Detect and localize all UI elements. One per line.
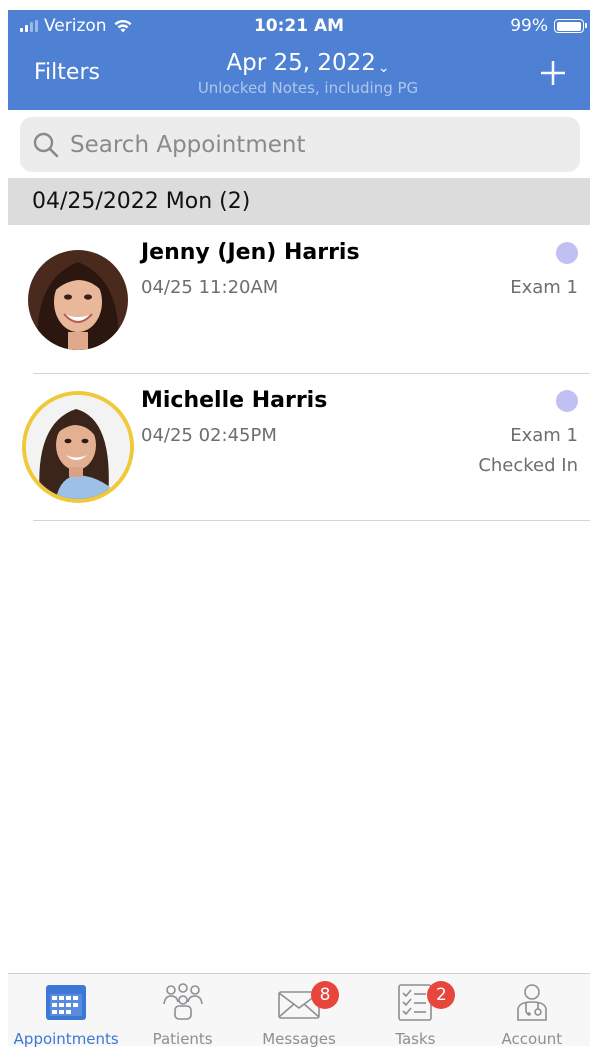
plus-icon xyxy=(541,61,565,85)
calendar-icon xyxy=(46,985,87,1020)
patient-avatar xyxy=(22,391,134,503)
patients-icon xyxy=(162,983,203,1020)
unread-badge: 8 xyxy=(311,981,340,1009)
patient-name: Michelle Harris xyxy=(141,388,328,413)
search-input[interactable] xyxy=(68,130,580,159)
date-title: Apr 25, 2022 ⌄ xyxy=(158,50,458,76)
doctor-icon xyxy=(517,984,547,1021)
navigation-header: Verizon 10:21 AM 99% Filters Apr 25, 202… xyxy=(8,10,590,110)
appointment-row[interactable]: Jenny (Jen) Harris 04/25 11:20AM Exam 1 xyxy=(8,226,590,373)
exam-room: Exam 1 xyxy=(510,425,578,446)
date-section-header: 04/25/2022 Mon (2) xyxy=(8,178,590,225)
row-divider xyxy=(33,520,590,521)
tab-label: Account xyxy=(501,1030,563,1048)
checkin-status: Checked In xyxy=(478,455,578,476)
tab-appointments[interactable]: Appointments xyxy=(8,974,124,1048)
tab-label: Messages xyxy=(262,1030,336,1048)
battery-percentage: 99% xyxy=(510,16,548,36)
tab-label: Tasks xyxy=(395,1030,436,1048)
add-appointment-button[interactable] xyxy=(538,58,568,88)
date-picker-button[interactable]: Apr 25, 2022 ⌄ Unlocked Notes, including … xyxy=(158,50,458,97)
appointment-time: 04/25 11:20AM xyxy=(141,277,279,298)
tab-patients[interactable]: Patients xyxy=(124,974,240,1048)
patient-name: Jenny (Jen) Harris xyxy=(141,240,360,265)
tab-bar: Appointments Patients 8 Messages 2 Tasks… xyxy=(8,973,590,1048)
tab-label: Appointments xyxy=(13,1030,119,1048)
filters-button[interactable]: Filters xyxy=(34,60,100,85)
exam-room: Exam 1 xyxy=(510,277,578,298)
tab-label: Patients xyxy=(152,1030,213,1048)
search-icon xyxy=(33,132,59,157)
status-dot xyxy=(556,242,578,264)
tab-messages[interactable]: 8 Messages xyxy=(241,974,357,1048)
status-bar: Verizon 10:21 AM 99% xyxy=(8,10,590,42)
task-badge: 2 xyxy=(427,981,456,1009)
battery-icon xyxy=(554,19,587,33)
status-dot xyxy=(556,390,578,412)
chevron-down-icon: ⌄ xyxy=(377,60,390,76)
appointment-row[interactable]: Michelle Harris 04/25 02:45PM Exam 1 Che… xyxy=(8,374,590,521)
patient-avatar xyxy=(28,250,128,350)
search-bar[interactable] xyxy=(20,117,580,172)
filter-subtitle: Unlocked Notes, including PG xyxy=(197,79,419,97)
tab-account[interactable]: Account xyxy=(474,974,590,1048)
status-time: 10:21 AM xyxy=(253,16,345,36)
status-right: 99% xyxy=(510,16,587,36)
tab-tasks[interactable]: 2 Tasks xyxy=(357,974,473,1048)
appointment-time: 04/25 02:45PM xyxy=(141,425,277,446)
date-title-text: Apr 25, 2022 xyxy=(226,50,376,76)
